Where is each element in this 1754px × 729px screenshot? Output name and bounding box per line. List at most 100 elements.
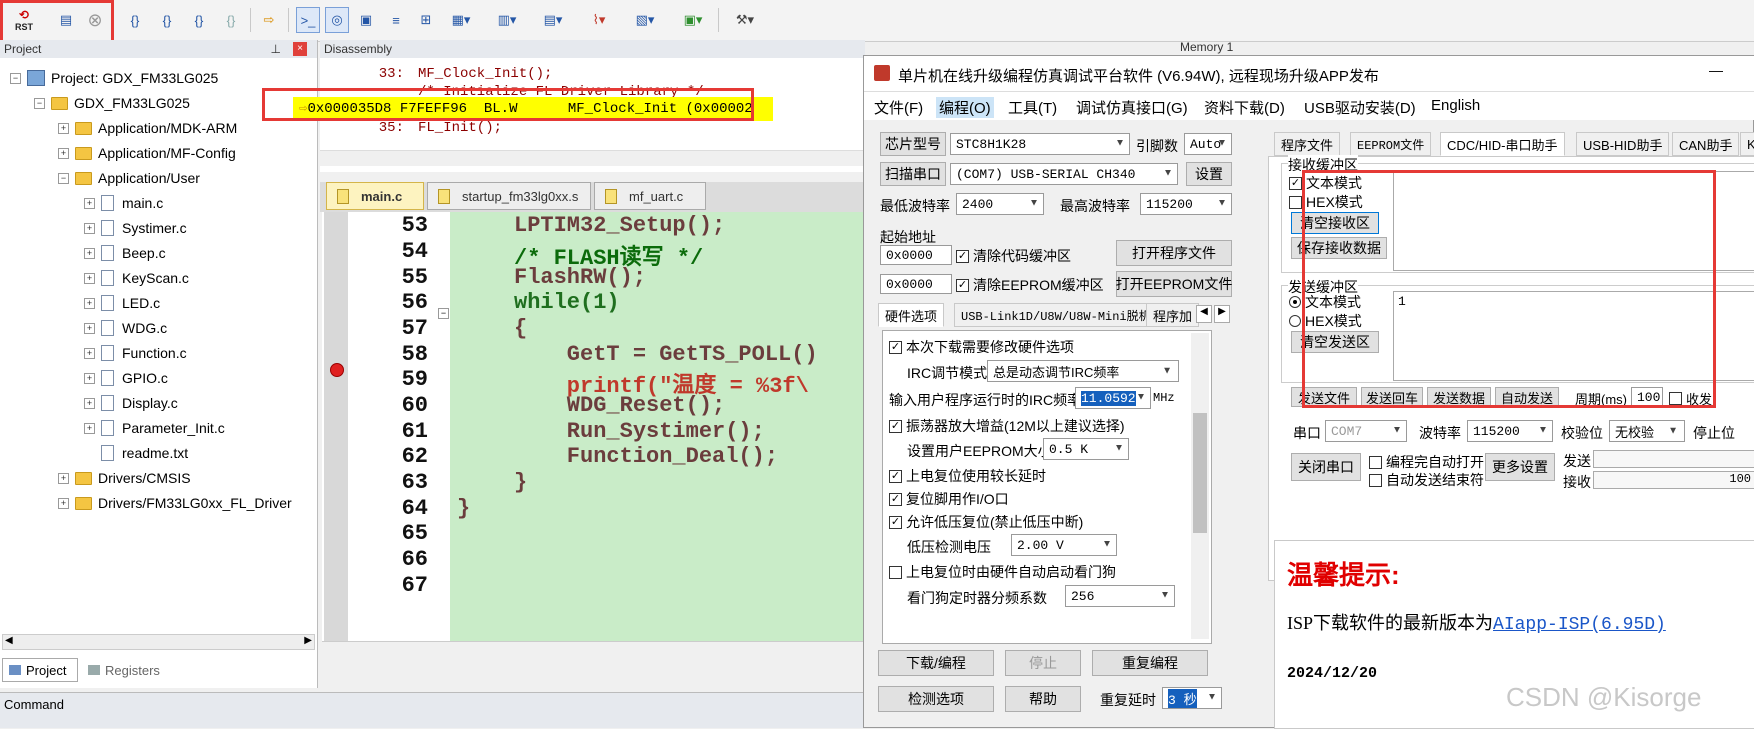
run-to-cursor-icon[interactable]: {}: [220, 7, 242, 33]
tab-usb-hid[interactable]: USB-HID助手: [1576, 132, 1670, 156]
tree-group[interactable]: − Application/User: [58, 166, 200, 190]
command-window-icon[interactable]: >_: [296, 7, 320, 33]
registers-window-icon[interactable]: ≡: [384, 7, 408, 33]
code-editor[interactable]: − 53 54 55 56 57 58 59 60 61 62 63 64 65…: [322, 212, 865, 659]
tab-eeprom-file[interactable]: EEPROM文件: [1350, 132, 1432, 156]
clear-eeprom-checkbox[interactable]: ✓ 清除EEPROM缓冲区: [956, 275, 1104, 295]
menu-debug[interactable]: 调试仿真接口(G): [1076, 97, 1188, 118]
tab-registers[interactable]: Registers: [82, 658, 172, 682]
tree-file[interactable]: + Parameter_Init.c: [84, 416, 225, 440]
tree-file[interactable]: + KeyScan.c: [84, 266, 189, 290]
tab-mf-uart[interactable]: mf_uart.c: [594, 182, 706, 210]
tree-file[interactable]: + Display.c: [84, 391, 178, 415]
menu-download[interactable]: 资料下载(D): [1204, 97, 1285, 118]
pin-icon[interactable]: ⊥: [271, 40, 281, 58]
breakpoint-icon[interactable]: [330, 363, 344, 377]
tab-scroll-arrows[interactable]: ◀ ▶: [1196, 305, 1232, 323]
fold-icon[interactable]: −: [438, 308, 449, 319]
auto-end-checkbox[interactable]: 自动发送结束符: [1369, 470, 1484, 490]
serial-port-select[interactable]: COM7 ▼: [1325, 420, 1407, 442]
tab-program-file[interactable]: 程序文件: [1274, 132, 1341, 156]
parity-select[interactable]: 无校验 ▼: [1609, 420, 1685, 442]
modify-hw-checkbox[interactable]: ✓ 本次下载需要修改硬件选项: [889, 337, 1074, 357]
irc-mode-select[interactable]: 总是动态调节IRC频率 ▼: [987, 360, 1179, 382]
max-baud-select[interactable]: 115200 ▼: [1140, 193, 1232, 215]
symbols-window-icon[interactable]: ▣: [354, 7, 378, 33]
tree-target[interactable]: − GDX_FM33LG025: [34, 91, 190, 115]
help-button[interactable]: 帮助: [1005, 686, 1081, 712]
more-settings-button[interactable]: 更多设置: [1485, 453, 1555, 481]
osc-gain-checkbox[interactable]: ✓ 振荡器放大增益(12M以上建议选择): [889, 416, 1125, 436]
tree-file[interactable]: + LED.c: [84, 291, 160, 315]
editor-scrollbar[interactable]: [322, 641, 865, 659]
disasm-line[interactable]: 33: MF_Clock_Init();: [320, 66, 553, 82]
long-delay-checkbox[interactable]: ✓ 上电复位使用较长延时: [889, 466, 1046, 486]
watch-window-icon[interactable]: ▦▾: [444, 7, 478, 33]
show-next-icon[interactable]: ⇨: [258, 7, 280, 33]
tree-group[interactable]: + Application/MF-Config: [58, 141, 236, 165]
tree-group[interactable]: + Drivers/CMSIS: [58, 466, 191, 490]
detect-options-button[interactable]: 检测选项: [878, 686, 994, 712]
system-viewer-icon[interactable]: ▣▾: [676, 7, 710, 33]
download-program-button[interactable]: 下载/编程: [878, 650, 994, 676]
serial-window-icon[interactable]: ▤▾: [536, 7, 570, 33]
analysis-window-icon[interactable]: ⌇▾: [582, 7, 616, 33]
close-port-button[interactable]: 关闭串口: [1291, 453, 1361, 481]
menu-english[interactable]: English: [1431, 97, 1480, 114]
step-into-icon[interactable]: {}: [124, 7, 146, 33]
code-address-input[interactable]: 0x0000: [880, 245, 952, 265]
chip-model-button[interactable]: 芯片型号: [880, 132, 946, 156]
tree-file[interactable]: readme.txt: [101, 441, 188, 465]
wdt-div-select[interactable]: 256 ▼: [1065, 585, 1175, 607]
eeprom-size-select[interactable]: 0.5 K ▼: [1043, 438, 1129, 460]
trace-icon[interactable]: ▧▾: [628, 7, 662, 33]
tab-main-c[interactable]: main.c: [326, 182, 424, 210]
step-over-icon[interactable]: {}: [156, 7, 178, 33]
step-out-icon[interactable]: {}: [188, 7, 210, 33]
tab-program-encrypt[interactable]: 程序加: [1146, 303, 1200, 327]
tree-file[interactable]: + Beep.c: [84, 241, 166, 265]
baud-select[interactable]: 115200 ▼: [1467, 420, 1553, 442]
scan-port-button[interactable]: 扫描串口: [880, 162, 946, 186]
menu-tools[interactable]: 工具(T): [1008, 97, 1057, 118]
disassembly-window-icon[interactable]: ◎: [325, 7, 349, 33]
irc-freq-select[interactable]: 11.0592 ▼: [1075, 387, 1151, 409]
menu-file[interactable]: 文件(F): [874, 97, 923, 118]
reprogram-button[interactable]: 重复编程: [1092, 650, 1208, 676]
close-icon[interactable]: ×: [293, 42, 307, 56]
tree-file[interactable]: + main.c: [84, 191, 163, 215]
tab-hardware-options[interactable]: 硬件选项: [878, 303, 945, 327]
tree-file[interactable]: + Function.c: [84, 341, 187, 365]
low-volt-select[interactable]: 2.00 V ▼: [1011, 534, 1117, 556]
tree-group[interactable]: + Application/MDK-ARM: [58, 116, 237, 140]
menu-usb-driver[interactable]: USB驱动安装(D): [1304, 97, 1416, 118]
disasm-line[interactable]: 35: FL_Init();: [320, 120, 502, 136]
auto-open-checkbox[interactable]: 编程完自动打开: [1369, 452, 1484, 472]
tree-file[interactable]: + Systimer.c: [84, 216, 187, 240]
tree-file[interactable]: + WDG.c: [84, 316, 167, 340]
open-program-button[interactable]: 打开程序文件: [1116, 240, 1232, 266]
stop-button[interactable]: 停止: [1005, 650, 1081, 676]
tip-link[interactable]: AIapp-ISP(6.95D): [1493, 615, 1666, 635]
clear-code-checkbox[interactable]: ✓ 清除代码缓冲区: [956, 246, 1071, 266]
chip-model-select[interactable]: STC8H1K28 ▼: [950, 133, 1130, 155]
pin-count-select[interactable]: Auto ▼: [1184, 133, 1232, 155]
tree-group[interactable]: + Drivers/FM33LG0xx_FL_Driver: [58, 491, 292, 515]
wdt-auto-checkbox[interactable]: 上电复位时由硬件自动启动看门狗: [889, 562, 1116, 582]
min-baud-select[interactable]: 2400 ▼: [956, 193, 1044, 215]
open-eeprom-button[interactable]: 打开EEPROM文件: [1116, 271, 1232, 297]
tree-root[interactable]: − Project: GDX_FM33LG025: [10, 66, 218, 90]
options-scrollbar[interactable]: [1191, 333, 1209, 639]
call-stack-icon[interactable]: ⊞: [414, 7, 438, 33]
horizontal-scrollbar[interactable]: ◀ ▶: [2, 634, 315, 650]
eeprom-address-input[interactable]: 0x0000: [880, 274, 952, 294]
reset-io-checkbox[interactable]: ✓ 复位脚用作I/O口: [889, 489, 1009, 509]
tab-startup[interactable]: startup_fm33lg0xx.s: [427, 182, 591, 210]
disasm-scrollbar[interactable]: [320, 150, 865, 166]
repeat-delay-select[interactable]: 3 秒 ▼: [1162, 687, 1222, 709]
breakpoint-margin[interactable]: [324, 212, 348, 659]
menu-program[interactable]: 编程(O): [936, 97, 994, 118]
port-select[interactable]: (COM7) USB-SERIAL CH340 ▼: [950, 163, 1178, 185]
tab-can[interactable]: CAN助手: [1672, 132, 1740, 156]
low-volt-reset-checkbox[interactable]: ✓ 允许低压复位(禁止低压中断): [889, 512, 1083, 532]
